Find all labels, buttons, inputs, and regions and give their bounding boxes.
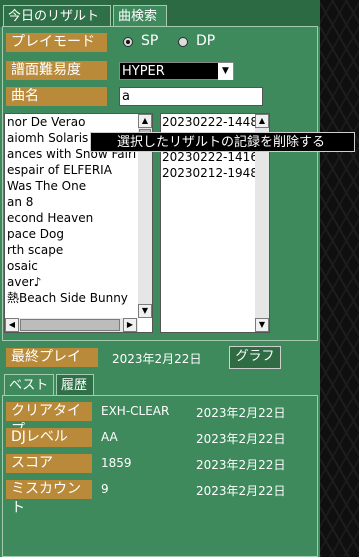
background-texture (320, 0, 359, 557)
scroll-left-icon[interactable]: ◀ (5, 318, 19, 332)
last-play-label: 最終プレイ (6, 348, 98, 367)
song-name-label: 曲名 (6, 87, 107, 106)
list-item[interactable]: 20230222-144850 (162, 114, 269, 130)
list-item[interactable]: 熱Beach Side Bunny (7, 290, 128, 306)
list-item[interactable]: an 8 (7, 194, 33, 210)
horizontal-scroll-thumb[interactable] (20, 319, 120, 331)
tab-best[interactable]: ベスト (4, 374, 54, 396)
sp-radio[interactable] (123, 37, 133, 47)
list-item[interactable]: aiomh Solaris (7, 130, 88, 146)
miss-count-value: 9 (101, 482, 109, 496)
scroll-down-icon[interactable]: ▼ (255, 318, 269, 332)
song-list-horizontal-scrollbar[interactable]: ◀ ▶ (5, 318, 138, 332)
score-date: 2023年2月22日 (196, 458, 286, 472)
scroll-up-icon[interactable]: ▲ (138, 114, 152, 128)
clear-type-date: 2023年2月22日 (196, 406, 286, 420)
chevron-down-icon[interactable]: ▼ (218, 63, 233, 80)
list-item[interactable]: econd Heaven (7, 210, 93, 226)
list-item[interactable]: 20230212-194854 (162, 165, 269, 181)
graph-button[interactable]: グラフ (229, 346, 281, 369)
tab-history[interactable]: 履歴 (56, 374, 94, 396)
dj-level-date: 2023年2月22日 (196, 432, 286, 446)
score-label: スコア (6, 454, 92, 473)
scroll-down-icon[interactable]: ▼ (138, 304, 152, 318)
miss-count-date: 2023年2月22日 (196, 484, 286, 498)
list-item[interactable]: aver♪ (7, 274, 41, 290)
list-item[interactable]: espair of ELFERIA (7, 162, 112, 178)
play-mode-label: プレイモード (6, 33, 107, 52)
clear-type-label: クリアタイプ (6, 402, 92, 438)
difficulty-label: 譜面難易度 (6, 61, 107, 80)
scroll-right-icon[interactable]: ▶ (123, 318, 137, 332)
radio-selected-dot (126, 40, 130, 44)
difficulty-select[interactable]: HYPER ▼ (119, 62, 234, 80)
difficulty-select-value: HYPER (122, 64, 165, 79)
list-item[interactable]: Was The One (7, 178, 86, 194)
context-menu-delete-result[interactable]: 選択したリザルトの記録を削除する (90, 132, 355, 152)
dj-level-label: DJレベル (6, 428, 92, 447)
list-item[interactable]: nor De Verao (7, 114, 85, 130)
sp-radio-label: SP (141, 33, 159, 49)
last-play-date: 2023年2月22日 (112, 352, 202, 366)
list-item[interactable]: pace Dog (7, 226, 64, 242)
dj-level-value: AA (101, 430, 118, 444)
list-item[interactable]: rth scape (7, 242, 63, 258)
score-value: 1859 (101, 456, 132, 470)
song-name-input[interactable]: a (119, 87, 263, 106)
list-item[interactable]: osaic (7, 258, 38, 274)
tab-today-results[interactable]: 今日のリザルト (3, 5, 111, 27)
tab-song-search[interactable]: 曲検索 (113, 5, 167, 27)
miss-count-label: ミスカウント (6, 480, 92, 516)
dp-radio-label: DP (196, 33, 216, 49)
scroll-up-icon[interactable]: ▲ (255, 114, 269, 128)
clear-type-value: EXH-CLEAR (101, 404, 170, 418)
dp-radio[interactable] (178, 37, 188, 47)
